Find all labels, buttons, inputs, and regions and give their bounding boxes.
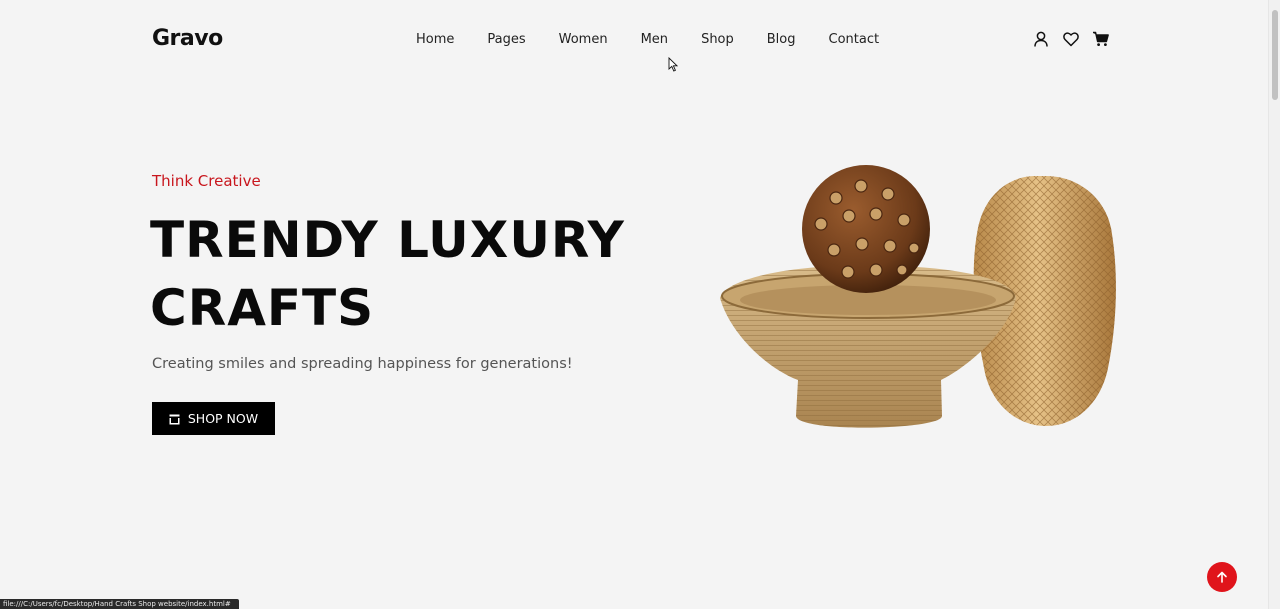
browser-status-url: file:///C:/Users/fc/Desktop/Hand Crafts …: [0, 599, 239, 609]
hero-headline: TRENDY LUXURY CRAFTS: [150, 206, 670, 342]
nav-home[interactable]: Home: [416, 32, 454, 47]
hero-subtitle: Creating smiles and spreading happiness …: [152, 356, 573, 372]
store-icon: [169, 413, 180, 425]
nav-women[interactable]: Women: [559, 32, 608, 47]
heart-icon[interactable]: [1062, 30, 1080, 48]
hero-headline-line1: TRENDY LUXURY: [150, 211, 625, 269]
back-to-top-button[interactable]: [1207, 562, 1237, 592]
site-logo[interactable]: Gravo: [152, 26, 223, 51]
hero-tagline: Think Creative: [152, 172, 261, 190]
shop-now-label: SHOP NOW: [187, 411, 259, 426]
hero-headline-line2: CRAFTS: [150, 279, 375, 337]
header-actions: [1032, 30, 1110, 48]
page-scrollbar[interactable]: [1268, 0, 1280, 609]
cart-icon[interactable]: [1092, 30, 1110, 48]
nav-pages[interactable]: Pages: [487, 32, 525, 47]
scrollbar-thumb[interactable]: [1272, 10, 1278, 100]
shop-now-button[interactable]: SHOP NOW: [152, 402, 275, 435]
main-nav: Home Pages Women Men Shop Blog Contact: [416, 32, 912, 47]
nav-men[interactable]: Men: [641, 32, 668, 47]
arrow-up-icon: [1217, 571, 1227, 583]
nav-blog[interactable]: Blog: [767, 32, 796, 47]
nav-shop[interactable]: Shop: [701, 32, 734, 47]
site-header: Gravo Home Pages Women Men Shop Blog Con…: [0, 0, 1268, 80]
nav-contact[interactable]: Contact: [829, 32, 880, 47]
user-icon[interactable]: [1032, 30, 1050, 48]
mouse-cursor-icon: [668, 57, 678, 72]
hero-product-image: [720, 165, 1116, 428]
